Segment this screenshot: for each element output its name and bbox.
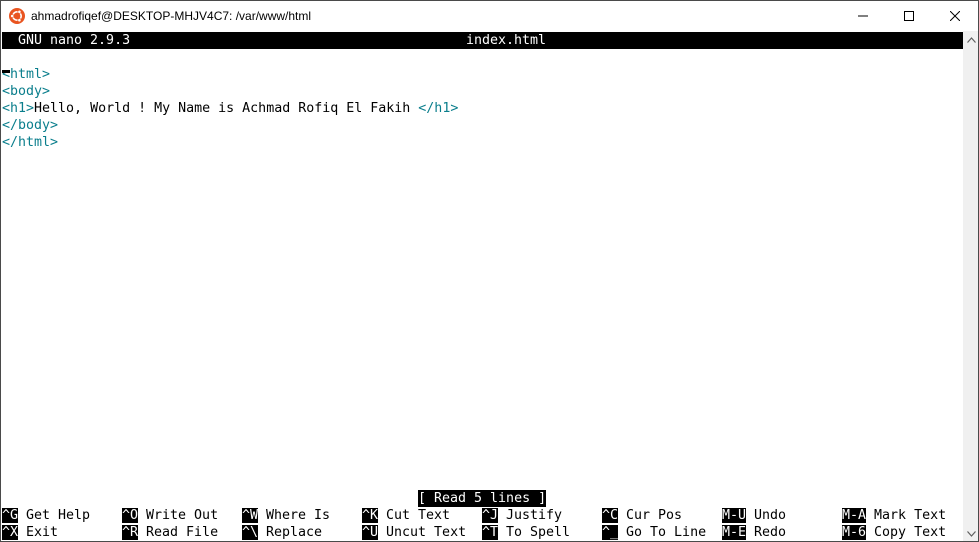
shortcut-key: ^R xyxy=(122,525,139,540)
shortcut-key: ^O xyxy=(122,508,139,523)
chevron-down-icon xyxy=(966,530,976,537)
shortcut-key: M-A xyxy=(842,508,867,523)
html-tag-token: <body> xyxy=(2,84,51,99)
shortcut-key: ^U xyxy=(362,525,379,540)
window-title: ahmadrofiqef@DESKTOP-MHJV4C7: /var/www/h… xyxy=(31,9,312,23)
file-name: index.html xyxy=(466,33,547,48)
text-cursor xyxy=(2,70,10,73)
nano-header: GNU nano 2.9.3 index.html xyxy=(2,32,963,49)
shortcut-label: Read File xyxy=(138,525,219,540)
shortcut-item: ^R Read File xyxy=(122,524,218,541)
shortcut-label: Write Out xyxy=(138,508,219,523)
shortcut-item: ^_ Go To Line xyxy=(602,524,706,541)
shortcut-bar: ^G Get Help ^O Write Out ^W Where Is ^K Cut… xyxy=(2,507,963,541)
shortcut-label: Replace xyxy=(258,525,323,540)
html-tag-token: </body> xyxy=(2,118,59,133)
shortcut-key: ^K xyxy=(362,508,379,523)
shortcut-item: ^J Justify xyxy=(482,507,562,524)
shortcut-label: Cur Pos xyxy=(618,508,683,523)
shortcut-item: ^\ Replace xyxy=(242,524,322,541)
shortcut-item: M-E Redo xyxy=(722,524,786,541)
minimize-icon xyxy=(858,15,868,17)
text-token: Hello, World ! My Name is Achmad Rofiq E… xyxy=(34,101,419,116)
editor-line[interactable]: <body> xyxy=(2,83,50,100)
shortcut-label: Go To Line xyxy=(618,525,707,540)
shortcut-key: ^G xyxy=(2,508,19,523)
shortcut-item: ^C Cur Pos xyxy=(602,507,682,524)
terminal-window: ahmadrofiqef@DESKTOP-MHJV4C7: /var/www/h… xyxy=(0,0,979,542)
shortcut-key: ^X xyxy=(2,525,19,540)
close-button[interactable] xyxy=(932,1,978,31)
scroll-up-button[interactable] xyxy=(963,31,978,48)
shortcut-label: To Spell xyxy=(498,525,571,540)
shortcut-key: ^J xyxy=(482,508,499,523)
shortcut-key: M-6 xyxy=(842,525,867,540)
shortcut-label: Get Help xyxy=(18,508,91,523)
shortcut-label: Copy Text xyxy=(866,525,947,540)
chevron-up-icon xyxy=(966,36,976,43)
shortcut-label: Exit xyxy=(18,525,59,540)
shortcut-key: M-U xyxy=(722,508,747,523)
ubuntu-icon xyxy=(9,8,25,24)
shortcut-key: ^\ xyxy=(242,525,259,540)
editor-line[interactable]: </html> xyxy=(2,134,58,151)
status-message: [ Read 5 lines ] xyxy=(418,490,547,507)
shortcut-item: ^U Uncut Text xyxy=(362,524,466,541)
title-bar[interactable]: ahmadrofiqef@DESKTOP-MHJV4C7: /var/www/h… xyxy=(1,1,978,31)
shortcut-label: Redo xyxy=(746,525,787,540)
shortcut-item: ^X Exit xyxy=(2,524,58,541)
shortcut-item: M-6 Copy Text xyxy=(842,524,946,541)
editor-line[interactable]: <html> xyxy=(2,66,50,83)
close-icon xyxy=(950,11,960,21)
editor-line[interactable]: <h1>Hello, World ! My Name is Achmad Rof… xyxy=(2,100,458,117)
maximize-button[interactable] xyxy=(886,1,932,31)
shortcut-item: M-U Undo xyxy=(722,507,786,524)
html-tag-token: </html> xyxy=(2,135,59,150)
scrollbar[interactable] xyxy=(963,31,978,541)
shortcut-item: M-A Mark Text xyxy=(842,507,946,524)
html-tag-token: </h1> xyxy=(418,101,459,116)
shortcut-label: Uncut Text xyxy=(378,525,467,540)
shortcut-label: Undo xyxy=(746,508,787,523)
shortcut-item: ^W Where Is xyxy=(242,507,330,524)
shortcut-key: ^_ xyxy=(602,525,619,540)
nano-version: GNU nano 2.9.3 xyxy=(18,33,131,48)
shortcut-key: ^C xyxy=(602,508,619,523)
shortcut-label: Justify xyxy=(498,508,563,523)
shortcut-label: Mark Text xyxy=(866,508,947,523)
shortcut-key: ^W xyxy=(242,508,259,523)
shortcut-key: M-E xyxy=(722,525,747,540)
shortcut-item: ^G Get Help xyxy=(2,507,90,524)
minimize-button[interactable] xyxy=(840,1,886,31)
shortcut-label: Where Is xyxy=(258,508,331,523)
html-tag-token: <h1> xyxy=(2,101,35,116)
shortcut-key: ^T xyxy=(482,525,499,540)
shortcut-item: ^T To Spell xyxy=(482,524,570,541)
scroll-down-button[interactable] xyxy=(963,525,978,541)
terminal-area[interactable]: GNU nano 2.9.3 index.html <html> <body> <h… xyxy=(1,31,963,541)
maximize-icon xyxy=(904,11,914,21)
shortcut-item: ^O Write Out xyxy=(122,507,218,524)
shortcut-label: Cut Text xyxy=(378,508,451,523)
editor-line[interactable]: </body> xyxy=(2,117,58,134)
shortcut-item: ^K Cut Text xyxy=(362,507,450,524)
